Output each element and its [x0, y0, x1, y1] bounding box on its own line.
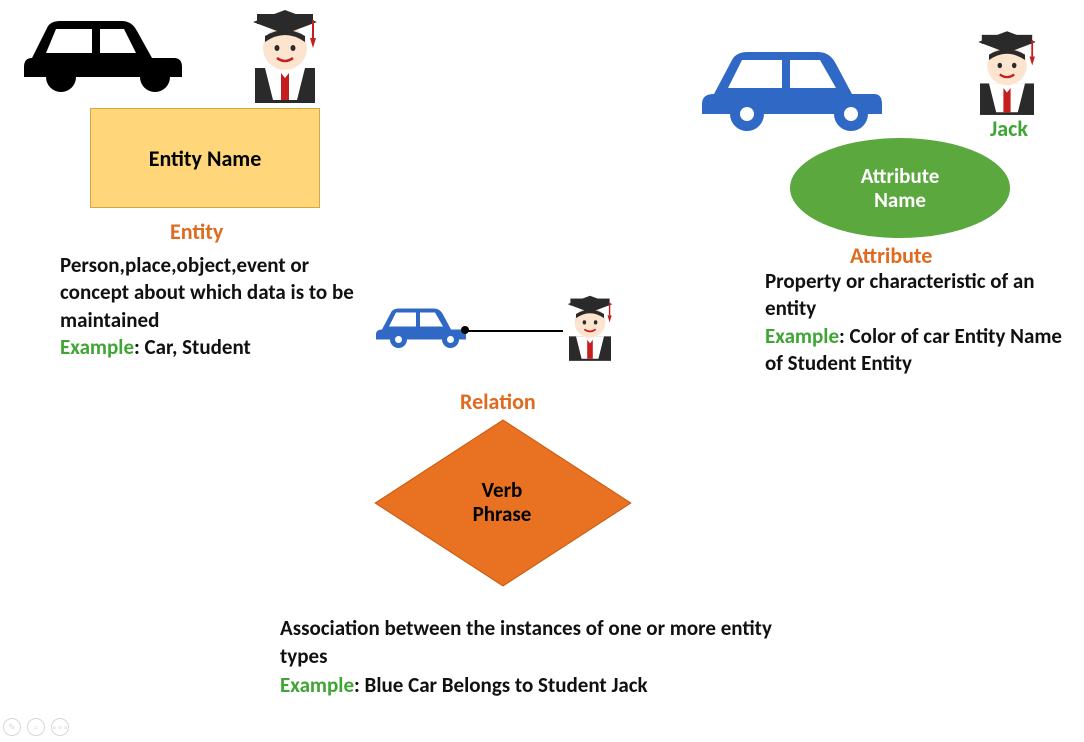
- blue-car-icon: [370, 298, 470, 358]
- attribute-example-label: Example: [765, 323, 839, 349]
- entity-rectangle: Entity Name: [90, 108, 320, 208]
- attribute-ellipse: Attribute Name: [790, 138, 1010, 238]
- entity-description: Person,place,object,event or concept abo…: [60, 252, 370, 361]
- magnify-icon[interactable]: ⌕: [27, 718, 45, 736]
- entity-title: Entity: [170, 218, 223, 245]
- attribute-title: Attribute: [850, 242, 932, 269]
- student-graduate-icon: [962, 22, 1052, 122]
- attribute-ellipse-label: Attribute Name: [861, 164, 940, 212]
- relation-diamond-line1: Verb: [482, 477, 523, 503]
- relation-diamond-line2: Phrase: [473, 501, 532, 527]
- attribute-ellipse-line2: Name: [874, 187, 926, 213]
- entity-description-text: Person,place,object,event or concept abo…: [60, 252, 354, 333]
- relation-diamond-label: Verb Phrase: [392, 478, 612, 526]
- entity-example-label: Example: [60, 334, 134, 360]
- attribute-ellipse-line1: Attribute: [861, 163, 940, 189]
- attribute-description-text: Property or characteristic of an entity: [765, 268, 1035, 321]
- student-graduate-icon: [555, 288, 625, 368]
- relation-connector-dot: [461, 326, 469, 334]
- more-icon[interactable]: ∘∘∘: [51, 718, 69, 736]
- blue-car-icon: [690, 36, 890, 141]
- bottom-toolbar: ✎ ⌕ ∘∘∘: [3, 718, 69, 736]
- relation-connector-line: [465, 330, 563, 332]
- relation-diamond: Verb Phrase: [392, 424, 612, 584]
- relation-example-text: : Blue Car Belongs to Student Jack: [354, 672, 648, 698]
- entity-example-text: : Car, Student: [134, 334, 251, 360]
- black-car-icon: [12, 3, 192, 103]
- pen-icon[interactable]: ✎: [3, 718, 21, 736]
- attribute-description: Property or characteristic of an entity …: [765, 268, 1075, 377]
- relation-title: Relation: [460, 388, 536, 415]
- student-graduate-icon: [235, 0, 335, 110]
- relation-description: Association between the instances of one…: [280, 614, 800, 699]
- entity-box-label: Entity Name: [149, 145, 262, 172]
- relation-description-text: Association between the instances of one…: [280, 615, 772, 669]
- relation-example-label: Example: [280, 672, 354, 698]
